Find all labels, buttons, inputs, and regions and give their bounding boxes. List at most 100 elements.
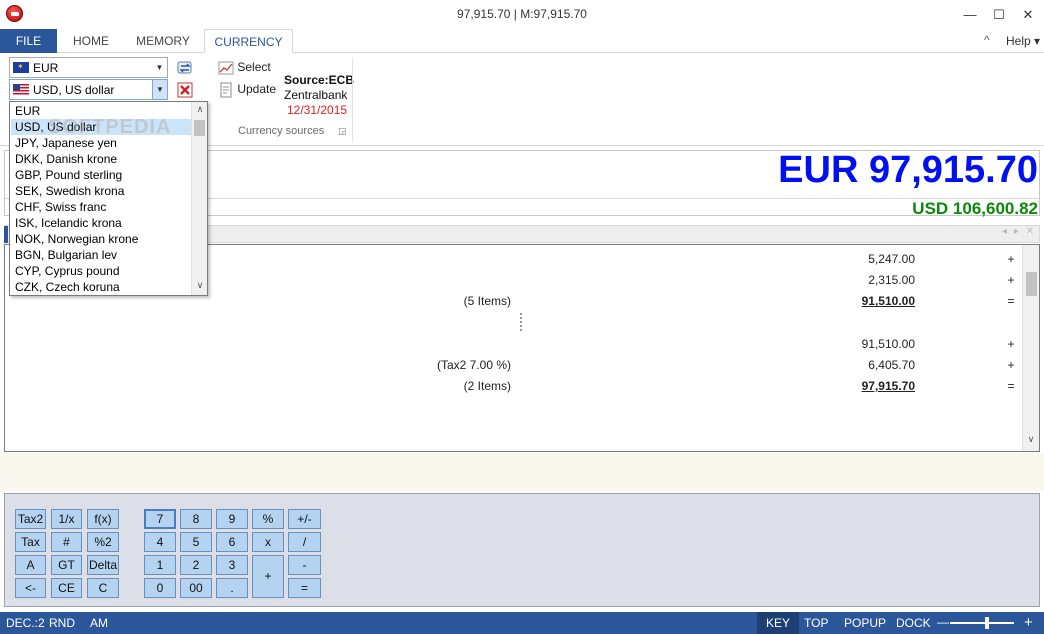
key-button[interactable]: KEY <box>757 612 800 634</box>
key-grand-total[interactable]: GT <box>51 555 82 575</box>
from-currency-select[interactable]: EUR ▼ <box>9 57 168 78</box>
watermark: SOFTPEDIA <box>48 116 172 138</box>
key-inverse[interactable]: 1/x <box>51 509 82 529</box>
key-add[interactable]: + <box>252 555 284 598</box>
key-3[interactable]: 3 <box>216 555 248 575</box>
currency-sources-group-label: Currency sources <box>238 125 325 137</box>
key-6[interactable]: 6 <box>216 532 248 552</box>
key-count[interactable]: # <box>51 532 82 552</box>
currency-option[interactable]: CZK, Czech koruna <box>11 279 191 295</box>
from-currency-value: EUR <box>33 61 59 75</box>
tape-scroll-thumb[interactable] <box>1026 272 1037 296</box>
to-currency-value: USD, US dollar <box>33 83 115 97</box>
key-sign[interactable]: +/- <box>288 509 321 529</box>
main-result: EUR 97,915.70 <box>778 149 1038 191</box>
chevron-down-icon[interactable]: ▼ <box>152 58 167 77</box>
to-currency-select[interactable]: USD, US dollar ▼ <box>9 79 168 100</box>
tab-currency[interactable]: CURRENCY <box>204 29 293 53</box>
currency-option[interactable]: BGN, Bulgarian lev <box>11 247 191 263</box>
key-7[interactable]: 7 <box>144 509 176 529</box>
key-function[interactable]: f(x) <box>87 509 119 529</box>
currency-option[interactable]: ISK, Icelandic krona <box>11 215 191 231</box>
scroll-up-icon[interactable]: ∧ <box>192 104 208 115</box>
scroll-down-icon[interactable]: ∨ <box>1023 434 1039 445</box>
currency-option[interactable]: SEK, Swedish krona <box>11 183 191 199</box>
tape-row-amount: 91,510.00 <box>861 336 915 351</box>
key-backspace[interactable]: <- <box>15 578 46 598</box>
key-equals[interactable]: = <box>288 578 321 598</box>
tape-divider <box>520 313 522 331</box>
key-clear[interactable]: C <box>87 578 119 598</box>
tab-home[interactable]: HOME <box>62 29 120 53</box>
key-5[interactable]: 5 <box>180 532 212 552</box>
key-clear-entry[interactable]: CE <box>51 578 82 598</box>
divider-band <box>0 453 1044 491</box>
minimize-button[interactable]: — <box>958 5 982 25</box>
close-button[interactable]: ✕ <box>1016 5 1040 25</box>
key-1[interactable]: 1 <box>144 555 176 575</box>
currency-option[interactable]: NOK, Norwegian krone <box>11 231 191 247</box>
rounding-indicator[interactable]: RND <box>49 616 75 630</box>
currency-option[interactable]: GBP, Pound sterling <box>11 167 191 183</box>
dialog-launcher-icon[interactable]: ◲ <box>338 126 347 137</box>
key-multiply[interactable]: x <box>252 532 284 552</box>
tape-row-amount: 5,247.00 <box>868 252 915 266</box>
tape-row-operator: + <box>1007 252 1015 266</box>
zoom-slider[interactable] <box>950 622 1014 624</box>
tape-row-amount: 2,315.00 <box>868 273 915 288</box>
key-tax2[interactable]: Tax2 <box>15 509 46 529</box>
tape-pane-controls[interactable]: ◂ ▸ ✕ <box>1002 226 1036 237</box>
am-indicator[interactable]: AM <box>90 616 108 630</box>
key-2[interactable]: 2 <box>180 555 212 575</box>
popup-button[interactable]: POPUP <box>844 616 886 630</box>
dock-button[interactable]: DOCK <box>896 616 931 630</box>
dropdown-scroll-thumb[interactable] <box>194 120 205 136</box>
key-percent2[interactable]: %2 <box>87 532 119 552</box>
key-4[interactable]: 4 <box>144 532 176 552</box>
key-percent[interactable]: % <box>252 509 284 529</box>
currency-option[interactable]: CYP, Cyprus pound <box>11 263 191 279</box>
window-title: 97,915.70 | M:97,915.70 <box>457 7 587 21</box>
chart-icon <box>218 60 234 76</box>
key-a[interactable]: A <box>15 555 46 575</box>
dropdown-scrollbar[interactable]: ∧ ∨ <box>191 102 207 295</box>
tape-row-operator: + <box>1007 336 1015 351</box>
select-label: Select <box>237 60 271 75</box>
key-00[interactable]: 00 <box>180 578 212 598</box>
swap-currency-icon[interactable] <box>176 59 194 80</box>
key-decimal[interactable]: . <box>216 578 248 598</box>
key-tax[interactable]: Tax <box>15 532 46 552</box>
maximize-button[interactable]: ☐ <box>987 5 1011 25</box>
key-0[interactable]: 0 <box>144 578 176 598</box>
scroll-down-icon[interactable]: ∨ <box>192 280 208 291</box>
zoom-slider-thumb[interactable] <box>985 617 989 629</box>
select-source-button[interactable]: Select <box>218 60 271 76</box>
key-delta[interactable]: Delta <box>87 555 119 575</box>
key-divide[interactable]: / <box>288 532 321 552</box>
top-button[interactable]: TOP <box>804 616 828 630</box>
zoom-out-icon[interactable]: — <box>937 615 949 629</box>
source-name: Source:ECB <box>284 73 355 87</box>
tape-scrollbar[interactable]: ∨ <box>1022 245 1039 451</box>
tape-row-total: 91,510.00 <box>861 294 915 309</box>
delete-icon[interactable] <box>177 82 193 101</box>
us-flag-icon <box>13 84 29 95</box>
collapse-ribbon-icon[interactable]: ^ <box>984 33 990 47</box>
key-9[interactable]: 9 <box>216 509 248 529</box>
converted-result: USD 106,600.82 <box>912 199 1038 218</box>
status-bar: DEC.:2 RND AM KEY TOP POPUP DOCK — + <box>0 612 1044 634</box>
key-8[interactable]: 8 <box>180 509 212 529</box>
update-rates-button[interactable]: Update <box>218 82 276 98</box>
currency-option[interactable]: CHF, Swiss franc <box>11 199 191 215</box>
tab-file[interactable]: FILE <box>0 29 57 53</box>
tab-memory[interactable]: MEMORY <box>128 29 198 53</box>
currency-option[interactable]: DKK, Danish krone <box>11 151 191 167</box>
ribbon-separator <box>352 58 353 142</box>
source-name-detail: Zentralbank <box>284 88 348 102</box>
chevron-down-icon[interactable]: ▼ <box>152 80 167 99</box>
decimals-indicator[interactable]: DEC.:2 <box>6 616 45 630</box>
currency-dropdown-list[interactable]: EUR USD, US dollar JPY, Japanese yen DKK, D… <box>9 101 208 296</box>
zoom-in-icon[interactable]: + <box>1024 614 1033 631</box>
help-menu[interactable]: Help ▾ <box>1006 34 1040 48</box>
key-subtract[interactable]: - <box>288 555 321 575</box>
